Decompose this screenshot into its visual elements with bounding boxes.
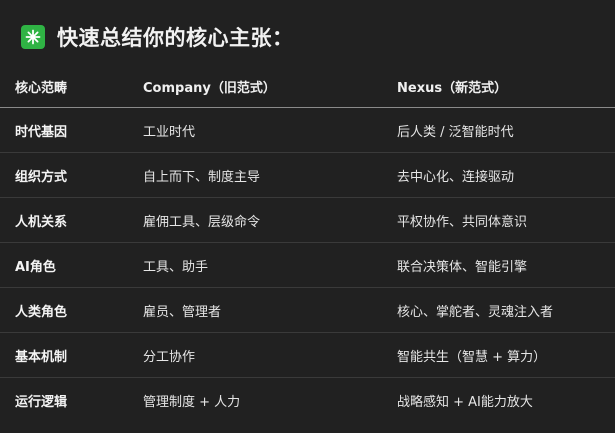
row-category-cell: 组织方式: [0, 152, 128, 198]
nexus-cell: 智能共生（智慧 + 算力）: [382, 332, 615, 378]
column-header-category: 核心范畴: [0, 65, 128, 108]
row-category-cell: AI角色: [0, 242, 128, 288]
row-category-cell: 人机关系: [0, 197, 128, 243]
comparison-table: 核心范畴 Company（旧范式） Nexus（新范式） 时代基因 工业时代 后…: [0, 65, 615, 422]
company-cell: 自上而下、制度主导: [128, 152, 382, 198]
sparkle-icon: [21, 25, 45, 49]
row-category-cell: 基本机制: [0, 332, 128, 378]
row-category-cell: 人类角色: [0, 287, 128, 333]
nexus-cell: 战略感知 + AI能力放大: [397, 394, 533, 410]
nexus-cell: 后人类 / 泛智能时代: [382, 107, 615, 153]
company-cell: 雇员、管理者: [128, 287, 382, 333]
nexus-cell: 平权协作、共同体意识: [382, 197, 615, 243]
message-content: 快速总结你的核心主张： 核心范畴 Company（旧范式） Nexus（新范式）…: [0, 0, 615, 433]
table-row: 时代基因 工业时代 后人类 / 泛智能时代: [0, 107, 615, 153]
company-cell: 雇佣工具、层级命令: [128, 197, 382, 243]
nexus-cell: 去中心化、连接驱动: [382, 152, 615, 198]
table-header-row: 核心范畴 Company（旧范式） Nexus（新范式）: [0, 65, 615, 108]
table-row: 人类角色 雇员、管理者 核心、掌舵者、灵魂注入者: [0, 287, 615, 333]
column-header-company: Company（旧范式）: [128, 65, 382, 108]
company-cell: 分工协作: [128, 332, 382, 378]
table-row: 人机关系 雇佣工具、层级命令 平权协作、共同体意识: [0, 197, 615, 243]
row-category-cell: 运行逻辑: [15, 394, 68, 410]
heading-text: 快速总结你的核心主张：: [57, 26, 294, 50]
company-cell: 工具、助手: [128, 242, 382, 288]
company-cell: 工业时代: [128, 107, 382, 153]
table-row: 组织方式 自上而下、制度主导 去中心化、连接驱动: [0, 152, 615, 198]
table-row: 基本机制 分工协作 智能共生（智慧 + 算力）: [0, 332, 615, 378]
table-row: AI角色 工具、助手 联合决策体、智能引擎: [0, 242, 615, 288]
company-cell: 管理制度 + 人力: [143, 394, 241, 410]
table-row: 运行逻辑 管理制度 + 人力 战略感知 + AI能力放大: [0, 378, 615, 423]
column-header-nexus: Nexus（新范式）: [382, 65, 615, 108]
section-heading: 快速总结你的核心主张：: [21, 22, 294, 52]
nexus-cell: 核心、掌舵者、灵魂注入者: [382, 287, 615, 333]
nexus-cell: 联合决策体、智能引擎: [382, 242, 615, 288]
row-category-cell: 时代基因: [0, 107, 128, 153]
